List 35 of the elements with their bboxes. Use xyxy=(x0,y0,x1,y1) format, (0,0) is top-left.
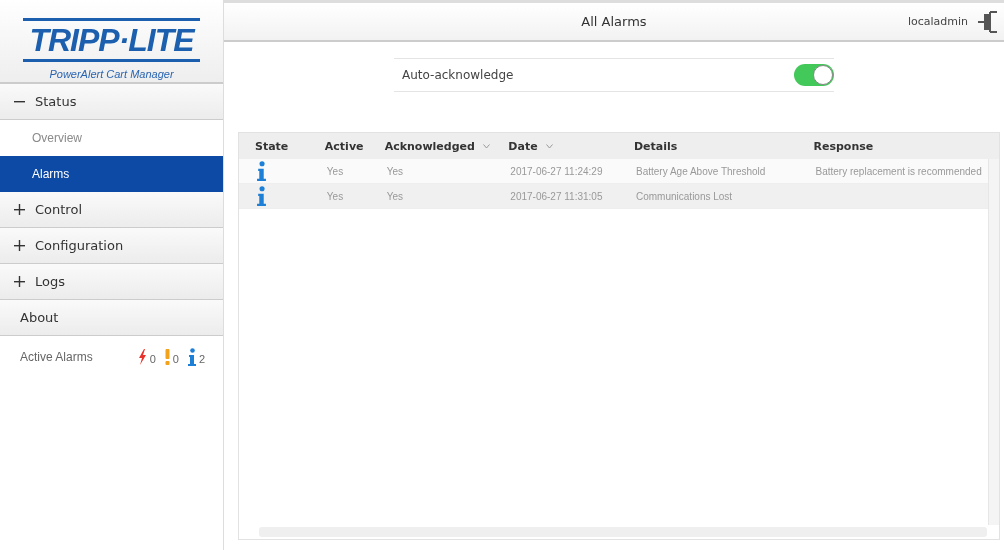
alarm-count: 2 xyxy=(198,353,205,365)
table-cell: 2017-06-27 11:24:29 xyxy=(510,165,603,177)
nav-label: Logs xyxy=(35,274,65,289)
setting-label: Auto-acknowledge xyxy=(402,68,514,82)
nav-item[interactable]: Status xyxy=(0,84,223,120)
table-cell: Yes xyxy=(386,190,403,202)
nav-label: About xyxy=(20,310,59,325)
table-cell: Yes xyxy=(386,165,403,177)
column-header[interactable]: Response xyxy=(809,133,999,159)
nav-subitem[interactable]: Alarms xyxy=(0,156,223,192)
table-cell: Yes xyxy=(326,165,344,177)
alarm-count: 0 xyxy=(149,353,156,365)
table-cell: Communications Lost xyxy=(636,190,733,202)
column-header[interactable]: State xyxy=(251,133,321,159)
product-name: PowerAlert Cart Manager xyxy=(49,68,174,80)
alarm-count: 0 xyxy=(172,353,179,365)
active-alarms-label: Active Alarms xyxy=(20,350,93,364)
column-header[interactable]: Active xyxy=(320,133,381,159)
logo: TRIPP·LITE xyxy=(23,18,200,62)
table-cell: Yes xyxy=(326,190,344,202)
nav-label: Status xyxy=(35,94,77,109)
page-title: All Alarms xyxy=(581,14,647,29)
table-cell: 2017-06-27 11:31:05 xyxy=(510,190,603,202)
nav-item[interactable]: Control xyxy=(0,192,223,228)
table-cell: Battery replacement is recommended xyxy=(815,165,982,177)
nav-item[interactable]: About xyxy=(0,300,223,336)
table-cell: Battery Age Above Threshold xyxy=(636,165,766,177)
nav-item[interactable]: Configuration xyxy=(0,228,223,264)
column-header[interactable]: Acknowledged xyxy=(380,133,505,159)
user-name[interactable]: localadmin xyxy=(907,15,968,28)
nav-label: Control xyxy=(35,202,82,217)
nav-item[interactable]: Logs xyxy=(0,264,223,300)
column-header[interactable]: Date xyxy=(504,133,630,159)
column-header[interactable]: Details xyxy=(630,133,810,159)
nav-label: Configuration xyxy=(35,238,124,253)
